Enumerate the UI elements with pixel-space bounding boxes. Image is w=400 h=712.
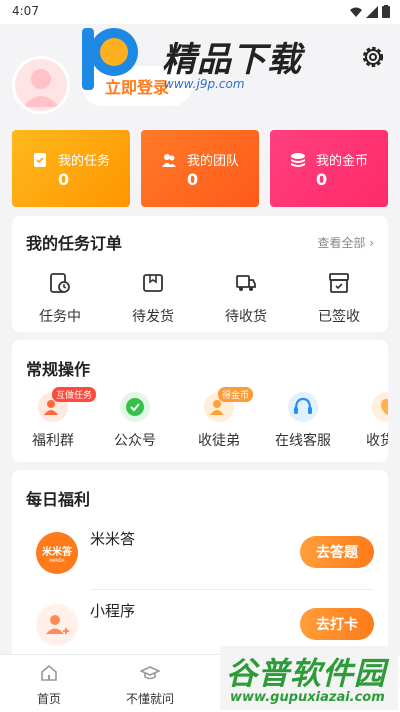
op-address[interactable]: 收货地 bbox=[348, 392, 388, 450]
avatar[interactable] bbox=[12, 56, 70, 114]
my-tasks-label: 我的任务 bbox=[58, 154, 111, 169]
op-apprentice[interactable]: 得金币 收徒弟 bbox=[180, 387, 258, 450]
nav-home[interactable]: 首页 bbox=[14, 663, 84, 707]
op-official-account[interactable]: 公众号 bbox=[96, 392, 174, 450]
order-label: 任务中 bbox=[39, 309, 81, 325]
operations-title: 常规操作 bbox=[26, 360, 91, 379]
package-icon bbox=[143, 274, 163, 292]
team-icon bbox=[162, 154, 176, 167]
watermark-bottom-title: 谷普软件园 bbox=[226, 656, 386, 692]
view-all-link[interactable]: 查看全部 › bbox=[317, 234, 374, 251]
go-answer-button[interactable]: 去答题 bbox=[300, 536, 374, 568]
order-label: 待收货 bbox=[225, 309, 267, 325]
op-label: 收货地 bbox=[366, 433, 388, 449]
watermark-url: www.j9p.com bbox=[164, 77, 245, 91]
battery-icon bbox=[382, 5, 390, 18]
user-silhouette-icon bbox=[23, 69, 59, 107]
task-orders-panel: 我的任务订单 查看全部 › 任务中 待发货 待收货 已签收 bbox=[12, 216, 388, 332]
task-orders-title: 我的任务订单 bbox=[26, 234, 123, 253]
home-icon bbox=[41, 664, 57, 681]
welfare-item-name: 米米答 bbox=[90, 530, 136, 548]
daily-welfare-title: 每日福利 bbox=[26, 490, 91, 509]
op-badge: 互做任务 bbox=[52, 387, 97, 402]
welfare-item-name: 小程序 bbox=[90, 602, 136, 620]
op-label: 在线客服 bbox=[275, 433, 331, 449]
apprentice-icon: 得金币 bbox=[204, 387, 254, 422]
status-bar: 4:07 bbox=[0, 0, 400, 24]
order-label: 已签收 bbox=[318, 309, 360, 325]
operations-panel: 常规操作 互做任务 福利群 公众号 得金币 收徒弟 在线客服 收货地 bbox=[12, 340, 388, 462]
mimida-logo: 米米答 MIMIDA bbox=[36, 532, 78, 574]
daily-welfare-panel: 每日福利 米米答 MIMIDA 米米答 去答题 小程序 去打卡 bbox=[12, 470, 388, 670]
nav-ask-label: 不懂就问 bbox=[125, 692, 174, 706]
my-coins-value: 0 bbox=[316, 170, 328, 189]
status-icons bbox=[350, 5, 390, 18]
my-team-card[interactable]: 我的团队 0 bbox=[141, 130, 259, 207]
op-badge: 得金币 bbox=[218, 387, 254, 402]
op-label: 收徒弟 bbox=[198, 433, 240, 449]
watermark-bottom-url: www.gupuxiazai.com bbox=[230, 690, 385, 705]
watermark-bottom: 谷普软件园 www.gupuxiazai.com bbox=[220, 646, 398, 710]
op-label: 福利群 bbox=[32, 433, 74, 449]
my-team-value: 0 bbox=[187, 170, 199, 189]
watermark-p-logo-icon bbox=[82, 28, 138, 90]
my-tasks-card[interactable]: 我的任务 0 bbox=[12, 130, 130, 207]
settings-gear-icon[interactable] bbox=[360, 44, 386, 70]
my-team-label: 我的团队 bbox=[187, 154, 240, 169]
go-checkin-button[interactable]: 去打卡 bbox=[300, 608, 374, 640]
order-signed[interactable]: 已签收 bbox=[299, 272, 379, 326]
nav-ask[interactable]: 不懂就问 bbox=[115, 663, 185, 707]
group-icon: 互做任务 bbox=[38, 387, 97, 422]
address-icon bbox=[372, 392, 388, 422]
watermark-logo: 精品下载 www.j9p.com bbox=[78, 24, 328, 94]
order-label: 待发货 bbox=[132, 309, 174, 325]
order-to-ship[interactable]: 待发货 bbox=[113, 272, 193, 326]
task-icon bbox=[34, 153, 46, 167]
my-tasks-value: 0 bbox=[58, 170, 70, 189]
verified-icon bbox=[120, 392, 150, 422]
status-time: 4:07 bbox=[12, 4, 39, 18]
order-to-receive[interactable]: 待收货 bbox=[206, 272, 286, 326]
nav-home-label: 首页 bbox=[36, 692, 61, 706]
headset-icon bbox=[288, 392, 318, 422]
truck-icon bbox=[236, 275, 256, 291]
clock-doc-icon bbox=[50, 273, 70, 293]
my-coins-card[interactable]: 我的金币 0 bbox=[270, 130, 388, 207]
op-label: 公众号 bbox=[114, 433, 156, 449]
mimida-logo-sub: MIMIDA bbox=[49, 558, 65, 563]
graduation-cap-icon bbox=[139, 666, 161, 680]
op-welfare-group[interactable]: 互做任务 福利群 bbox=[14, 387, 97, 450]
coin-icon bbox=[291, 153, 305, 167]
profile-header: 立即登录 精品下载 www.j9p.com bbox=[0, 24, 400, 124]
my-coins-label: 我的金币 bbox=[316, 154, 369, 169]
add-user-icon bbox=[36, 604, 78, 646]
op-online-service[interactable]: 在线客服 bbox=[264, 392, 342, 450]
wifi-icon bbox=[350, 7, 362, 17]
signed-box-icon bbox=[329, 273, 349, 293]
order-in-progress[interactable]: 任务中 bbox=[20, 272, 100, 326]
mimida-logo-text: 米米答 bbox=[42, 547, 72, 558]
signal-icon bbox=[366, 5, 378, 18]
welfare-item-mimida: 米米答 MIMIDA 米米答 去答题 bbox=[12, 520, 388, 590]
watermark-title: 精品下载 bbox=[162, 40, 302, 80]
divider bbox=[90, 589, 374, 590]
